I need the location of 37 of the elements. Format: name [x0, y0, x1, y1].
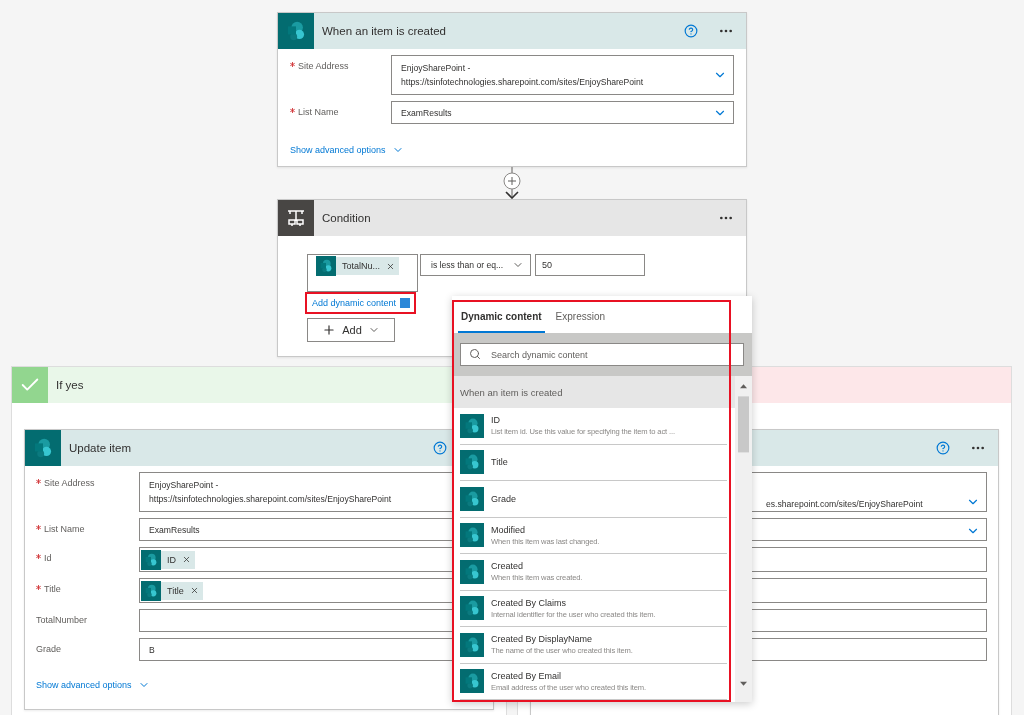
token-chip[interactable]: ID: [141, 550, 195, 569]
field-value: B: [149, 644, 155, 655]
card-title: When an item is created: [322, 25, 447, 37]
field-label: Site Address: [290, 55, 391, 71]
dropdown-field[interactable]: EnjoySharePoint - https://tsinfotechnologies.sharepoint.com/sites/EnjoySharePoint: [391, 55, 734, 95]
field-label: List Name: [36, 518, 139, 534]
field-value: EnjoySharePoint -: [401, 63, 471, 73]
section-title: When an item is created: [460, 386, 563, 398]
token-field[interactable]: TotalNu...: [307, 254, 418, 292]
field-value: es.sharepoint.com/sites/EnjoySharePoint: [766, 499, 923, 509]
dropdown-field[interactable]: ExamResults: [391, 101, 734, 124]
dynamic-content-item[interactable]: Title: [460, 444, 727, 481]
token-chip[interactable]: Title: [141, 581, 203, 600]
dynamic-content-item[interactable]: Grade: [460, 481, 727, 518]
advanced-options-link[interactable]: Show advanced options: [290, 144, 404, 156]
field-label: Title: [36, 578, 139, 594]
token-chip[interactable]: TotalNu...: [316, 257, 400, 275]
tab[interactable]: Expression: [552, 311, 609, 333]
field-value: EnjoySharePoint -: [149, 480, 219, 490]
operator-dropdown[interactable]: is less than or eq...: [420, 254, 531, 276]
add-button[interactable]: Add: [307, 318, 395, 342]
advanced-options-link[interactable]: Show advanced options: [36, 679, 150, 691]
branch-title: If yes: [56, 379, 84, 391]
field-label: List Name: [290, 101, 391, 117]
value-field[interactable]: 50: [535, 254, 645, 276]
field-label: Id: [36, 547, 139, 563]
dynamic-content-link[interactable]: Add dynamic content: [312, 298, 397, 308]
field-value: https://tsinfotechnologies.sharepoint.com/sites/EnjoySharePoint: [149, 494, 392, 504]
field-value: ExamResults: [149, 524, 200, 535]
field-value: ExamResults: [401, 107, 452, 118]
field-value: https://tsinfotechnologies.sharepoint.com/sites/EnjoySharePoint: [401, 77, 644, 87]
search-field[interactable]: Search dynamic content: [460, 343, 744, 366]
field-label: Grade: [36, 643, 62, 654]
card-title: Update item: [69, 442, 132, 454]
card-title: Condition: [322, 212, 372, 224]
field-label: TotalNumber: [36, 614, 89, 625]
field-label: Site Address: [36, 472, 139, 488]
